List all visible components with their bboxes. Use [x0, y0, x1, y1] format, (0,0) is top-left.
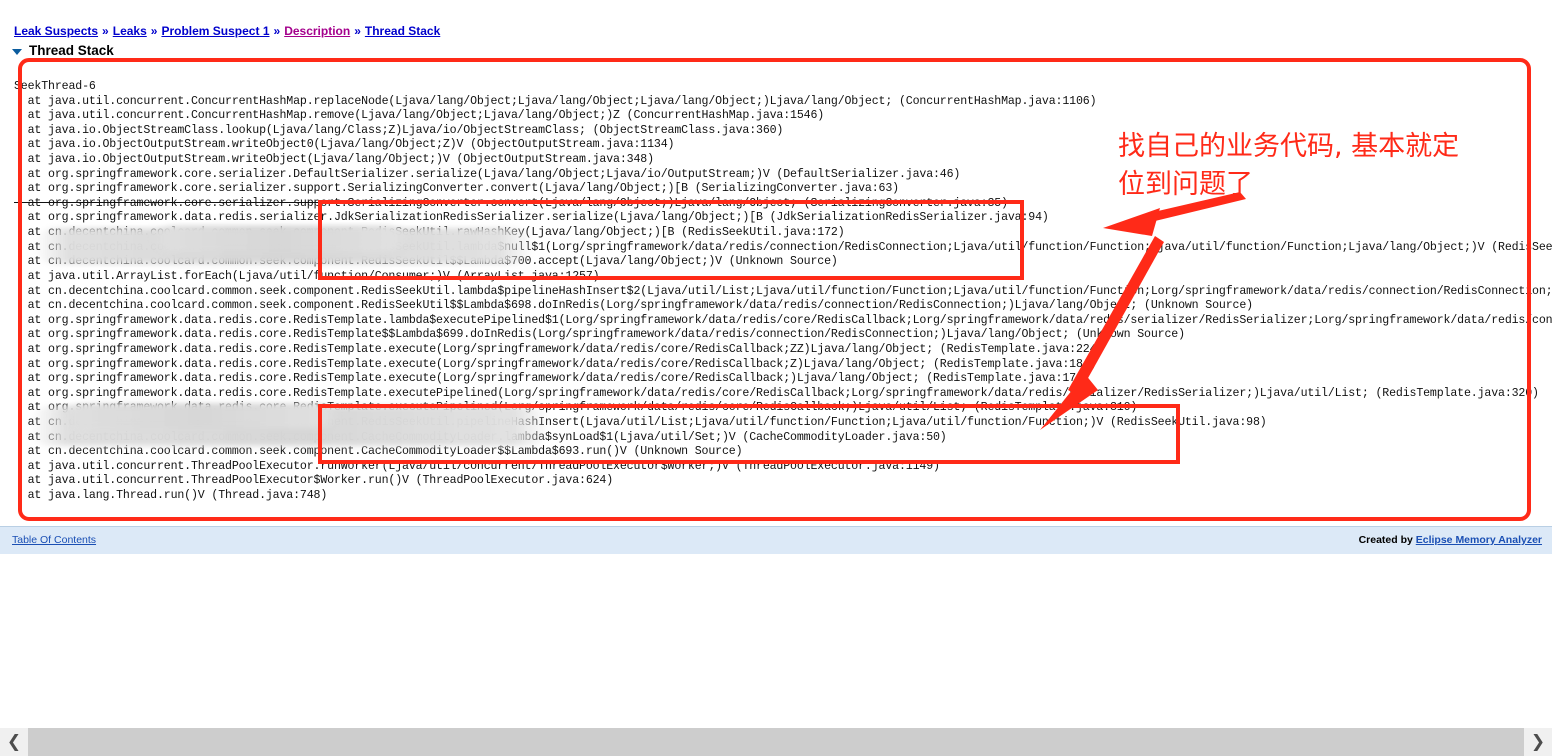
- stack-frame-line: at java.util.concurrent.ConcurrentHashMa…: [14, 109, 825, 123]
- stack-frame-line: at org.springframework.data.redis.core.R…: [14, 372, 1090, 386]
- breadcrumb-separator: »: [354, 24, 361, 38]
- stack-frame-line: at org.springframework.data.redis.core.R…: [14, 342, 1104, 356]
- breadcrumb-item-thread-stack[interactable]: Thread Stack: [365, 24, 440, 38]
- stack-frame-line: at org.springframework.data.redis.core.R…: [14, 357, 1097, 371]
- stack-frame-line: SeekThread-6: [14, 80, 96, 93]
- stack-frame-line: at cn.decentchina.coolcard.common.seek.c…: [14, 445, 743, 459]
- stack-frame-line: at java.util.concurrent.ThreadPoolExecut…: [14, 474, 614, 488]
- annotation-text: 找自己的业务代码, 基本就定 位到问题了: [1118, 131, 1460, 200]
- chevron-down-icon[interactable]: [12, 48, 22, 55]
- scroll-left-arrow-icon[interactable]: ❮: [0, 728, 28, 756]
- scrollbar-thumb[interactable]: [28, 728, 1524, 756]
- stack-frame-line: at java.lang.Thread.run()V (Thread.java:…: [14, 489, 328, 503]
- stack-frame-line: at cn.decentchina.coolcard.common.seek.c…: [14, 284, 1552, 298]
- stack-frame-line: at org.springframework.data.redis.core.R…: [14, 386, 1539, 400]
- redacted-region: [150, 226, 410, 252]
- created-by-label: Created by Eclipse Memory Analyzer: [1359, 534, 1542, 546]
- page-footer: Table Of Contents Created by Eclipse Mem…: [0, 526, 1552, 555]
- redacted-region: [60, 404, 340, 428]
- stack-frame-line: at cn.decentchina.coolcard.common.seek.c…: [14, 299, 1253, 313]
- page-title: Thread Stack: [29, 43, 114, 58]
- section-header-thread-stack[interactable]: Thread Stack: [12, 43, 114, 58]
- page-whitespace: [0, 554, 1552, 720]
- stack-frame-line: at org.springframework.data.redis.core.R…: [14, 313, 1552, 327]
- stack-frame-line: at org.springframework.data.redis.serial…: [14, 211, 1049, 225]
- stack-frame-line: at org.springframework.data.redis.core.R…: [14, 328, 1185, 342]
- breadcrumb-separator: »: [102, 24, 109, 38]
- breadcrumb-item-problem-suspect-1[interactable]: Problem Suspect 1: [161, 24, 269, 38]
- scroll-right-arrow-icon[interactable]: ❯: [1524, 728, 1552, 756]
- stack-frame-line: at java.util.concurrent.ThreadPoolExecut…: [14, 459, 940, 473]
- breadcrumb-item-description[interactable]: Description: [284, 24, 350, 38]
- breadcrumb-item-leaks[interactable]: Leaks: [113, 24, 147, 38]
- eclipse-memory-analyzer-link[interactable]: Eclipse Memory Analyzer: [1416, 534, 1542, 546]
- table-of-contents-link[interactable]: Table Of Contents: [12, 534, 96, 546]
- stack-frame-line: at java.util.concurrent.ConcurrentHashMa…: [14, 94, 1097, 108]
- stack-frame-line: at java.util.ArrayList.forEach(Ljava/uti…: [14, 269, 600, 283]
- created-by-prefix: Created by: [1358, 534, 1416, 546]
- breadcrumb: Leak Suspects» Leaks» Problem Suspect 1» De…: [14, 24, 440, 38]
- breadcrumb-item-leak-suspects[interactable]: Leak Suspects: [14, 24, 98, 38]
- breadcrumb-separator: »: [273, 24, 281, 38]
- scrollbar-track[interactable]: [28, 728, 1524, 756]
- horizontal-scrollbar[interactable]: ❮ ❯: [0, 728, 1552, 756]
- breadcrumb-separator: »: [150, 24, 158, 38]
